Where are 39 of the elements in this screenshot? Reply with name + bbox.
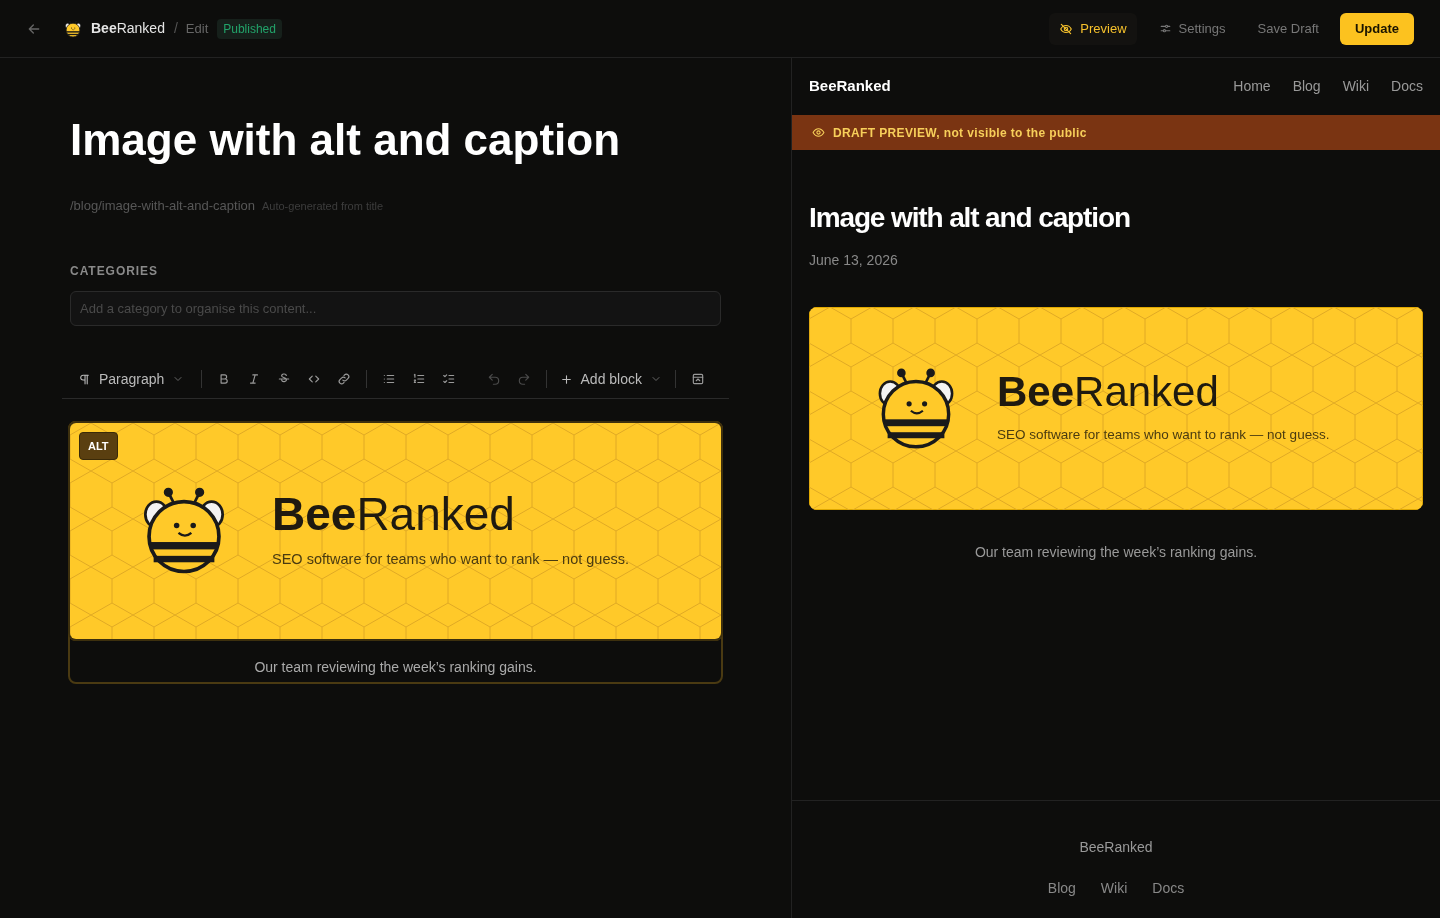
footer-link[interactable]: Blog — [1047, 878, 1076, 899]
banner-tagline: SEO software for teams who want to rank — not guess. — [272, 549, 630, 569]
footer-link[interactable]: Wiki — [1100, 878, 1128, 899]
save-draft-button[interactable]: Save Draft — [1247, 12, 1329, 45]
categories-label: CATEGORIES — [69, 262, 160, 280]
post-date: June 13, 2026 — [809, 251, 899, 270]
alt-button[interactable]: ALT — [79, 431, 118, 460]
post-title: Image with alt and caption — [69, 114, 622, 166]
banner-tagline: SEO software for teams who want to rank — not guess. — [997, 426, 1330, 445]
image-block[interactable]: BeeRanked SEO software for teams who want to rank — not guess. ALT Our team reviewing the week’s ranking gains. — [68, 420, 723, 684]
plus-icon — [559, 372, 573, 386]
bee-logo-icon — [64, 19, 82, 38]
eye-icon — [812, 126, 825, 139]
nav-link[interactable]: Blog — [1292, 76, 1321, 97]
separator-slash: / — [173, 19, 178, 38]
block-type-dropdown[interactable]: Paragraph — [78, 365, 185, 393]
footer-site-name: BeeRanked — [1079, 838, 1153, 857]
banner-brand: BeeRanked — [997, 371, 1220, 414]
image-caption: Our team reviewing the week’s ranking gains. — [973, 543, 1259, 562]
brand-name[interactable]: BeeRanked — [91, 18, 165, 39]
settings-button[interactable]: Settings — [1148, 12, 1236, 45]
sliders-icon — [1158, 22, 1172, 35]
breadcrumb-label: Edit — [185, 19, 209, 38]
url-slug: /blog/image-with-alt-and-caption — [70, 197, 255, 215]
footer-link[interactable]: Docs — [1152, 878, 1185, 899]
status-badge: Published — [217, 18, 282, 39]
eye-off-icon — [1059, 21, 1074, 36]
add-block-button[interactable]: Add block — [553, 365, 668, 393]
banner-brand: BeeRanked — [272, 490, 516, 537]
site-name[interactable]: BeeRanked — [809, 75, 891, 98]
nav-link[interactable]: Home — [1233, 76, 1271, 97]
image-caption: Our team reviewing the week’s ranking gains. — [253, 657, 538, 677]
nav-link[interactable]: Wiki — [1342, 76, 1370, 97]
preview-title: Image with alt and caption — [809, 201, 1131, 235]
preview-button[interactable]: Preview — [1049, 12, 1137, 45]
nav-link[interactable]: Docs — [1391, 76, 1423, 97]
pilcrow-icon — [78, 372, 91, 386]
draft-notice: DRAFT PREVIEW, not visible to the public — [833, 124, 1087, 142]
update-button[interactable]: Update — [1339, 12, 1414, 45]
